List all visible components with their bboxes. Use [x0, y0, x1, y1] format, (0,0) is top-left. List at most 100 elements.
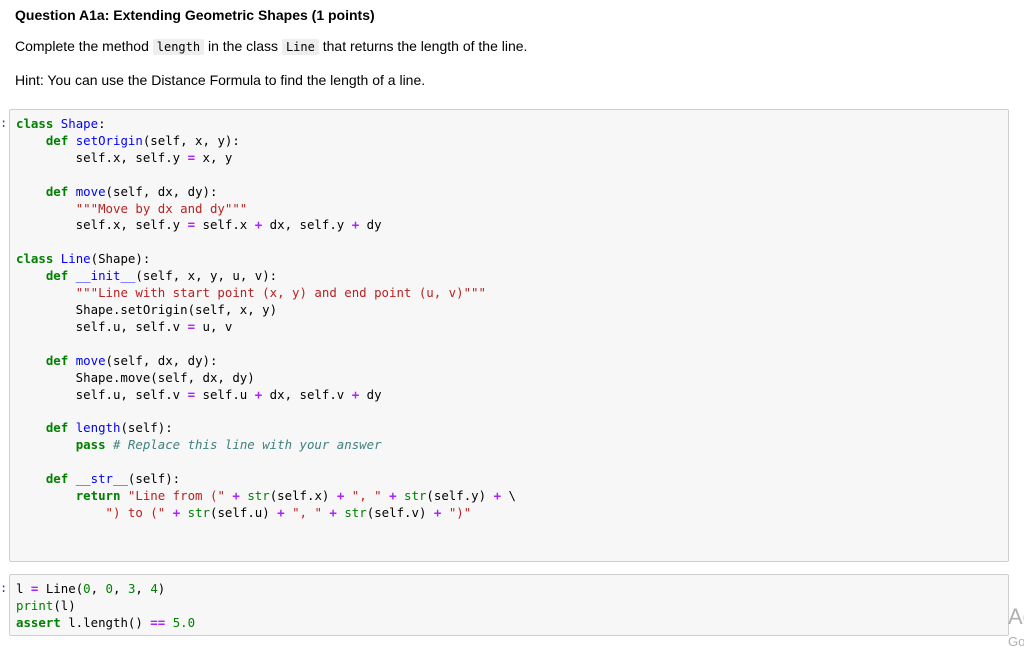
code-line: def __init__(self, x, y, u, v): — [16, 268, 277, 283]
code-text: dx, self.v — [262, 386, 352, 402]
hint-text: Hint: You can use the Distance Formula t… — [15, 72, 426, 88]
code-text: (self.y) — [426, 487, 494, 503]
code-line: def move(self, dx, dy): — [16, 183, 218, 199]
code-line: def length(self): — [16, 420, 173, 435]
code-text: l.length() — [60, 614, 151, 630]
function-name-token: length — [75, 420, 121, 436]
code-line: class Line(Shape): — [16, 251, 150, 266]
function-name-token: __init__ — [75, 268, 136, 284]
code-text: self.x, self.y — [16, 217, 188, 233]
string-token: """Line with start point (x, y) and end … — [75, 285, 486, 301]
code-text: \ — [501, 487, 516, 503]
code-text: self.x, self.y — [16, 149, 188, 165]
function-name-token: setOrigin — [75, 132, 143, 148]
code-text: dx, self.y — [262, 217, 352, 233]
code-text: u, v — [195, 318, 233, 334]
code-text: Shape.setOrigin(self, x, y) — [16, 301, 278, 317]
keyword-token: def — [45, 132, 69, 148]
code-text: , — [113, 581, 128, 596]
keyword-token: class — [16, 116, 54, 131]
code-text: (self): — [127, 471, 181, 487]
code-text: (self): — [120, 420, 173, 436]
code-text: , — [90, 581, 106, 596]
number-token: 5.0 — [172, 614, 196, 630]
instruction-text: Complete the method length in the class … — [15, 38, 527, 55]
operator-token: = — [187, 318, 196, 334]
keyword-token: def — [45, 268, 69, 284]
code-text: (self, dx, dy): — [105, 183, 218, 199]
number-token: 0 — [83, 581, 91, 596]
code-editor[interactable]: class Shape: def setOrigin(self, x, y): … — [10, 110, 1008, 522]
function-name-token: __str__ — [75, 471, 128, 487]
keyword-token: def — [45, 471, 69, 487]
builtin-token: print — [16, 597, 54, 613]
code-text: dy — [359, 386, 382, 402]
code-editor[interactable]: l = Line(0, 0, 3, 4) print(l) assert l.l… — [10, 575, 1008, 632]
code-line: assert l.length() == 5.0 — [16, 615, 195, 630]
builtin-token: str — [344, 504, 367, 520]
code-text: self.x — [195, 217, 255, 233]
code-text: , — [135, 581, 151, 596]
keyword-token: def — [45, 183, 69, 199]
code-line: class Shape: — [16, 116, 106, 131]
string-token: ", " — [292, 504, 322, 520]
cell-prompt: : — [0, 581, 8, 595]
operator-token: + — [232, 487, 240, 503]
code-line: ") to (" + str(self.u) + ", " + str(self… — [16, 504, 472, 520]
go-to-settings-watermark: Go — [1008, 634, 1024, 647]
string-token: """Move by dx and dy""" — [75, 200, 248, 216]
code-text: Shape.move(self, dx, dy) — [16, 369, 255, 385]
inline-code-line: Line — [281, 39, 319, 55]
code-cell-test[interactable]: l = Line(0, 0, 3, 4) print(l) assert l.l… — [9, 574, 1009, 636]
operator-token: + — [277, 504, 285, 520]
operator-token: = — [187, 386, 196, 402]
instruction-middle: in the class — [204, 38, 282, 54]
builtin-token: str — [247, 487, 270, 503]
code-text: : — [98, 116, 106, 131]
keyword-token: def — [45, 420, 69, 436]
code-text: x, y — [195, 149, 233, 165]
code-text: self.u — [195, 386, 255, 402]
string-token: ")" — [448, 504, 472, 520]
code-cell-class-definitions[interactable]: class Shape: def setOrigin(self, x, y): … — [9, 109, 1009, 562]
cell-prompt: : — [0, 116, 8, 130]
code-line: Shape.setOrigin(self, x, y) — [16, 302, 277, 317]
inline-code-length: length — [152, 39, 205, 55]
code-text: self.u, self.v — [16, 318, 188, 334]
operator-token: = — [187, 149, 196, 165]
code-text: (self.x) — [269, 487, 337, 503]
code-text: (Shape): — [90, 251, 151, 267]
code-line: def setOrigin(self, x, y): — [16, 133, 240, 148]
operator-token: + — [389, 487, 397, 503]
builtin-token: str — [187, 504, 211, 520]
operator-token: = — [187, 217, 196, 233]
keyword-token: assert — [16, 614, 61, 630]
function-name-token: move — [75, 183, 106, 199]
question-title: Question A1a: Extending Geometric Shapes… — [15, 7, 375, 23]
string-token: ", " — [351, 487, 382, 503]
code-text: ) — [157, 581, 166, 596]
code-text: (l) — [53, 597, 76, 613]
code-text: (self.v) — [366, 504, 434, 520]
